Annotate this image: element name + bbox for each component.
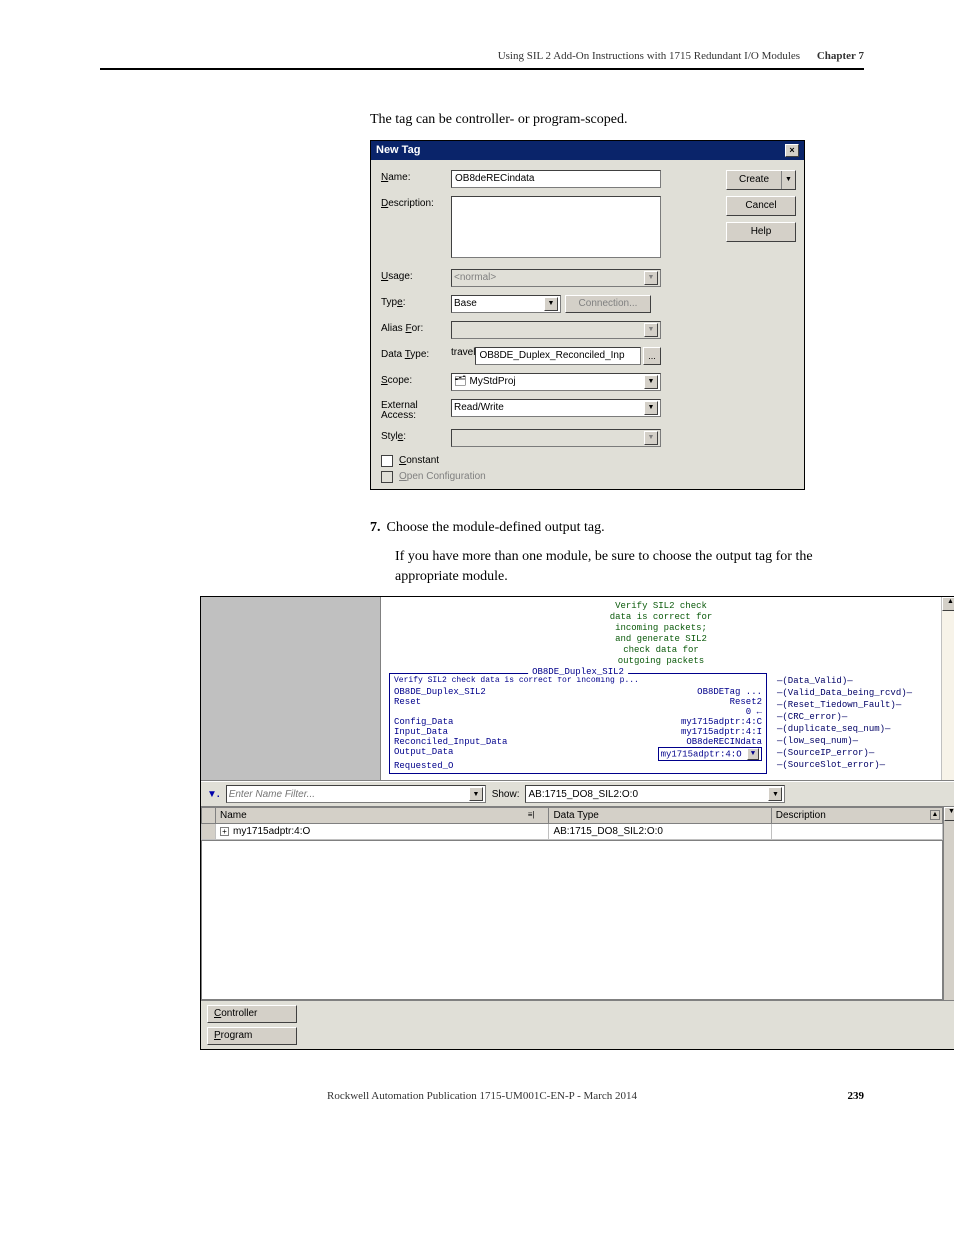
table-corner [202,808,216,824]
alias-for-label: Alias For: [381,323,423,334]
open-config-checkbox [381,471,393,483]
chevron-down-icon[interactable]: ▼ [644,375,658,389]
description-label: escription: [388,198,434,209]
name-field[interactable] [451,170,661,188]
instruction-subtitle: Verify SIL2 check data is correct for in… [394,676,762,685]
table-scrollbar[interactable]: ▼ [943,807,954,1000]
scroll-up-icon[interactable]: ▲ [930,810,940,820]
scope-label: cope: [388,375,412,386]
chevron-down-icon[interactable]: ▼ [768,787,782,801]
tag-table: Name ≡| Data Type Description ▲ [201,807,943,840]
constant-checkbox[interactable] [381,455,393,467]
name-label: ame: [388,172,410,183]
new-tag-dialog: New Tag × Create ▼ Cancel Help Name: Des… [370,140,805,490]
page-number: 239 [804,1090,864,1102]
column-name[interactable]: Name ≡| [216,808,549,824]
show-select[interactable]: AB:1715_DO8_SIL2:O:0 ▼ [525,785,785,803]
chevron-down-icon[interactable]: ▼ [469,787,482,801]
ladder-tag-window: Verify SIL2 check data is correct for in… [200,596,954,1050]
sort-icon[interactable]: ≡| [528,810,535,819]
open-config-label: Open Configuration [399,471,486,482]
tab-program[interactable]: Program [207,1027,297,1045]
instruction-block[interactable]: OB8DE_Duplex_SIL2 Verify SIL2 check data… [389,673,767,774]
ellipsis-icon[interactable]: ... [746,687,762,697]
scope-tabs: Controller Program [201,1000,954,1049]
type-label: Type: [381,297,405,308]
data-type-browse-button[interactable]: ... [643,347,661,365]
filter-bar: ▼. ▼ Show: AB:1715_DO8_SIL2:O:0 ▼ [201,781,954,807]
step-7-followup: If you have more than one module, be sur… [395,547,864,586]
tab-controller[interactable]: Controller [207,1005,297,1023]
cancel-button[interactable]: Cancel [726,196,796,216]
table-row[interactable]: +my1715adptr:4:O AB:1715_DO8_SIL2:O:0 [202,824,943,840]
style-select: ▼ [451,429,661,447]
connection-button: Connection... [565,295,651,313]
instruction-title: OB8DE_Duplex_SIL2 [528,667,628,677]
create-dropdown-icon[interactable]: ▼ [781,171,795,189]
publication-line: Rockwell Automation Publication 1715-UM0… [160,1090,804,1102]
usage-label: sage: [388,271,412,282]
chevron-down-icon[interactable]: ▼ [644,401,658,415]
scope-select[interactable]: 🗂 MyStdProj ▼ [451,373,661,391]
type-select[interactable]: Base ▼ [451,295,561,313]
close-icon[interactable]: × [785,144,799,157]
style-label: Style: [381,431,406,442]
section-title: Using SIL 2 Add-On Instructions with 171… [498,50,800,62]
external-access-select[interactable]: Read/Write ▼ [451,399,661,417]
output-coils: —(Data_Valid)— —(Valid_Data_being_rcvd)—… [773,671,933,776]
external-access-label: ExternalAccess: [381,400,418,421]
description-field[interactable] [451,196,661,258]
column-data-type[interactable]: Data Type [549,808,771,824]
show-label: Show: [492,789,520,800]
usage-select: <normal> ▼ [451,269,661,287]
table-empty-area [201,840,943,1000]
dialog-titlebar: New Tag × [371,141,804,160]
chapter-label: Chapter 7 [817,50,864,62]
alias-for-select: ▼ [451,321,661,339]
step-7: 7.Choose the module-defined output tag. [370,518,864,538]
help-button[interactable]: Help [726,222,796,242]
data-type-label: Data Type: [381,349,429,360]
chevron-down-icon: ▼ [644,431,658,445]
rung-comment: Verify SIL2 check data is correct for in… [389,601,933,667]
scroll-up-icon[interactable]: ▲ [942,597,954,611]
column-description[interactable]: Description ▲ [771,808,942,824]
intro-paragraph: The tag can be controller- or program-sc… [370,110,864,130]
chevron-down-icon: ▼ [644,271,658,285]
ladder-left-gutter [201,597,381,780]
expand-icon[interactable]: + [220,827,229,836]
row-handle[interactable] [202,824,216,840]
name-filter-input[interactable]: ▼ [226,785,486,803]
filter-icon[interactable]: ▼. [207,789,220,800]
chevron-down-icon[interactable]: ▼ [747,748,759,760]
constant-label: Constant [399,455,439,466]
dialog-title-text: New Tag [376,144,420,156]
chevron-down-icon: ▼ [644,323,658,337]
running-header: Using SIL 2 Add-On Instructions with 171… [100,50,864,70]
scroll-down-icon[interactable]: ▼ [944,807,954,821]
chevron-down-icon[interactable]: ▼ [544,297,558,311]
data-type-field[interactable] [475,347,641,365]
create-button[interactable]: Create ▼ [726,170,796,190]
page-footer: Rockwell Automation Publication 1715-UM0… [100,1090,864,1102]
